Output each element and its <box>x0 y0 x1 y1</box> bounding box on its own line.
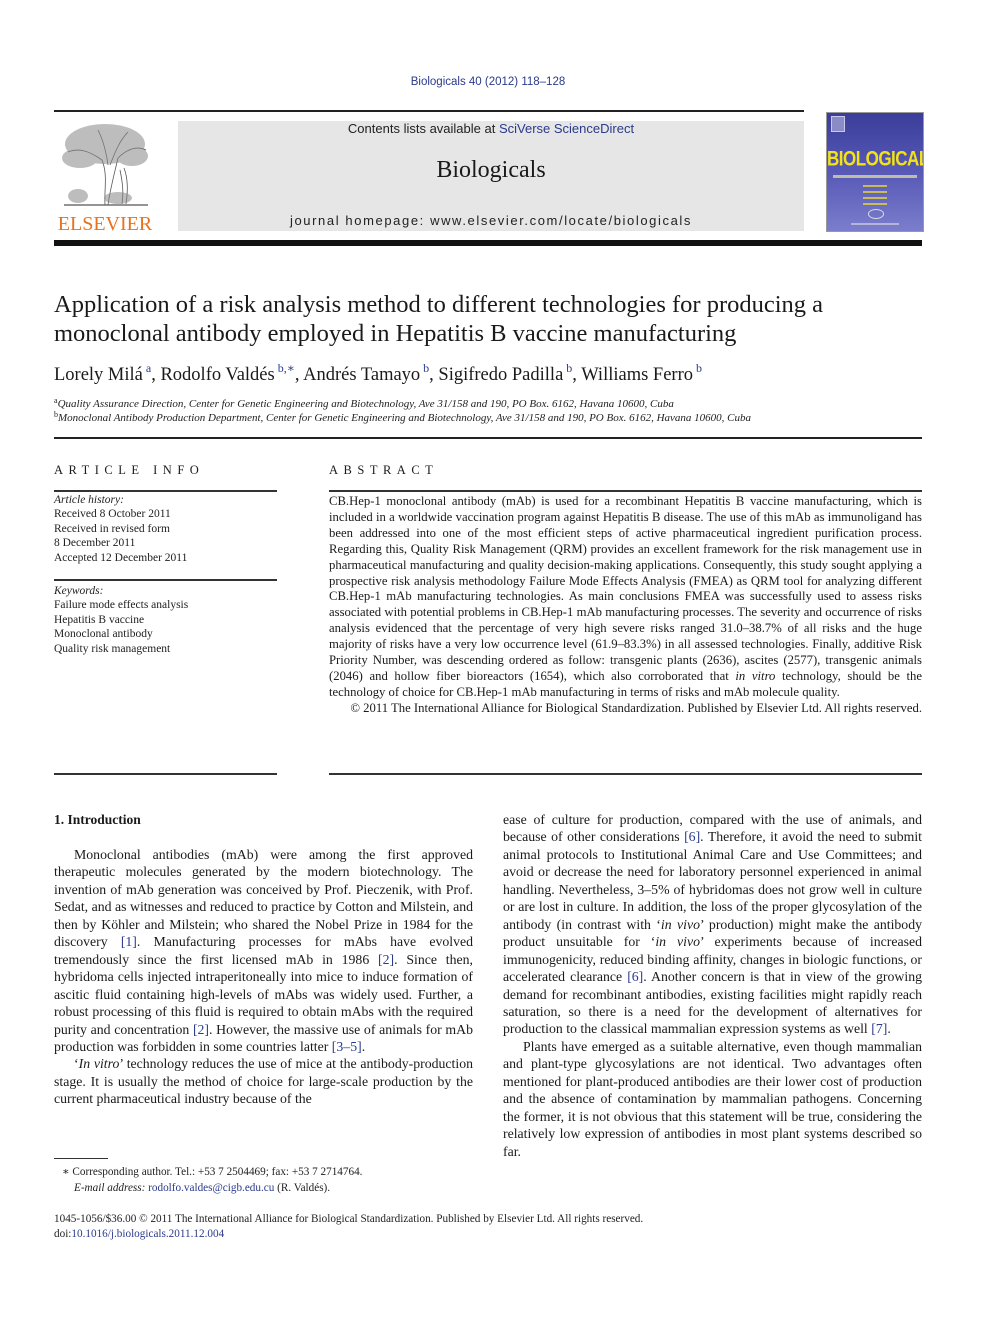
journal-citation[interactable]: Biologicals 40 (2012) 118–128 <box>0 76 976 88</box>
elsevier-wordmark: ELSEVIER <box>57 213 153 235</box>
contents-availability: Contents lists available at SciVerse Sci… <box>347 121 635 136</box>
divider <box>54 490 277 492</box>
elsevier-logo[interactable]: ELSEVIER <box>54 118 156 236</box>
citation-reference-link[interactable]: [6] <box>627 969 643 984</box>
keyword: Quality risk management <box>54 642 171 655</box>
affiliation-marker[interactable]: b <box>423 361 429 375</box>
paragraph: ease of culture for production, compared… <box>503 812 922 1037</box>
author[interactable]: Williams Ferro b <box>581 361 702 385</box>
citation-reference-link[interactable]: [6] <box>684 829 700 844</box>
article-history: Article history: Received 8 October 2011… <box>54 493 277 565</box>
header-rule <box>54 110 804 112</box>
history-item: Received in revised form <box>54 522 170 535</box>
author[interactable]: Lorely Milá a <box>54 361 151 385</box>
italic-text: In vitro <box>78 1056 120 1072</box>
cover-footer-bar <box>851 223 899 225</box>
header-thick-rule <box>54 240 922 246</box>
affiliation-a: aQuality Assurance Direction, Center for… <box>54 396 674 410</box>
affiliation-b: bMonoclonal Antibody Production Departme… <box>54 410 751 424</box>
abstract-copyright: © 2011 The International Alliance for Bi… <box>350 700 922 715</box>
footnote-rule <box>54 1158 108 1159</box>
cover-publisher-icon <box>831 116 845 132</box>
body-column-right: ease of culture for production, compared… <box>503 811 922 1160</box>
author[interactable]: Sigifredo Padilla b <box>438 361 572 385</box>
email-link[interactable]: rodolfo.valdes@cigb.edu.cu <box>148 1182 274 1194</box>
citation-reference-link[interactable]: [2] <box>378 952 394 967</box>
italic-text: in vivo <box>660 916 700 932</box>
article-title: Application of a risk analysis method to… <box>54 291 824 347</box>
title-rule <box>54 437 922 439</box>
sciencedirect-link[interactable]: SciVerse ScienceDirect <box>499 121 634 136</box>
affiliation-marker[interactable]: b <box>566 361 572 375</box>
divider <box>329 773 922 775</box>
paragraph: Monoclonal antibodies (mAb) were among t… <box>54 847 474 1054</box>
publication-info: 1045-1056/$36.00 © 2011 The Internationa… <box>54 1212 924 1242</box>
cover-subtitle-bar <box>833 175 917 178</box>
citation-reference-link[interactable]: [1] <box>121 934 137 949</box>
history-item: Received 8 October 2011 <box>54 508 171 521</box>
journal-cover-image[interactable]: BIOLOGICALS <box>826 112 924 232</box>
abstract-body: CB.Hep-1 monoclonal antibody (mAb) is us… <box>329 494 922 717</box>
affiliation-marker[interactable]: a <box>146 361 151 375</box>
affiliation-marker[interactable]: b <box>696 361 702 375</box>
cover-text-lines <box>863 185 887 209</box>
cover-seal-icon <box>868 209 884 219</box>
affiliation-marker[interactable]: b,∗ <box>278 361 295 375</box>
issn-line: 1045-1056/$36.00 © 2011 The Internationa… <box>54 1213 644 1225</box>
divider <box>329 490 922 492</box>
body-column-left: Monoclonal antibodies (mAb) were among t… <box>54 846 473 1108</box>
history-item: Accepted 12 December 2011 <box>54 551 188 564</box>
section-heading-introduction: 1. Introduction <box>54 812 141 827</box>
paragraph: ‘In vitro’ technology reduces the use of… <box>54 1056 473 1107</box>
keywords-label: Keywords: <box>54 585 104 597</box>
citation-reference-link[interactable]: [2] <box>193 1022 209 1037</box>
keyword: Hepatitis B vaccine <box>54 613 145 626</box>
divider <box>54 773 277 775</box>
corresponding-author-footnote: ∗ Corresponding author. Tel.: +53 7 2504… <box>62 1166 363 1194</box>
author[interactable]: Andrés Tamayo b <box>303 361 429 385</box>
paragraph: Plants have emerged as a suitable altern… <box>503 1038 922 1159</box>
citation-reference-link[interactable]: [3–5] <box>332 1039 362 1054</box>
divider <box>54 579 277 581</box>
doi-link[interactable]: 10.1016/j.biologicals.2011.12.004 <box>71 1228 224 1240</box>
keyword: Monoclonal antibody <box>54 628 153 641</box>
elsevier-tree-icon <box>62 124 148 206</box>
homepage-link[interactable]: www.elsevier.com/locate/biologicals <box>430 213 692 228</box>
citation-reference-link[interactable]: [7] <box>871 1021 887 1036</box>
author-list: Lorely Milá a, Rodolfo Valdés b,∗, Andrés … <box>54 361 702 385</box>
italic-text: in vivo <box>655 934 700 950</box>
journal-homepage: journal homepage: www.elsevier.com/locat… <box>289 213 693 228</box>
history-label: Article history: <box>54 494 124 506</box>
journal-name: Biologicals <box>436 157 546 183</box>
journal-banner: Contents lists available at SciVerse Sci… <box>178 121 804 231</box>
abstract-heading: ABSTRACT <box>329 463 439 477</box>
citation-link[interactable]: Biologicals 40 (2012) 118–128 <box>411 76 566 88</box>
keyword: Failure mode effects analysis <box>54 599 189 612</box>
keywords: Keywords: Failure mode effects analysis … <box>54 584 277 656</box>
author[interactable]: Rodolfo Valdés b,∗ <box>160 361 294 385</box>
footnote-marker: ∗ <box>62 1166 70 1178</box>
abstract-text: CB.Hep-1 monoclonal antibody (mAb) is us… <box>329 494 922 699</box>
cover-title: BIOLOGICALS <box>827 146 923 171</box>
article-info-heading: ARTICLE INFO <box>54 463 205 477</box>
history-item: 8 December 2011 <box>54 537 136 550</box>
